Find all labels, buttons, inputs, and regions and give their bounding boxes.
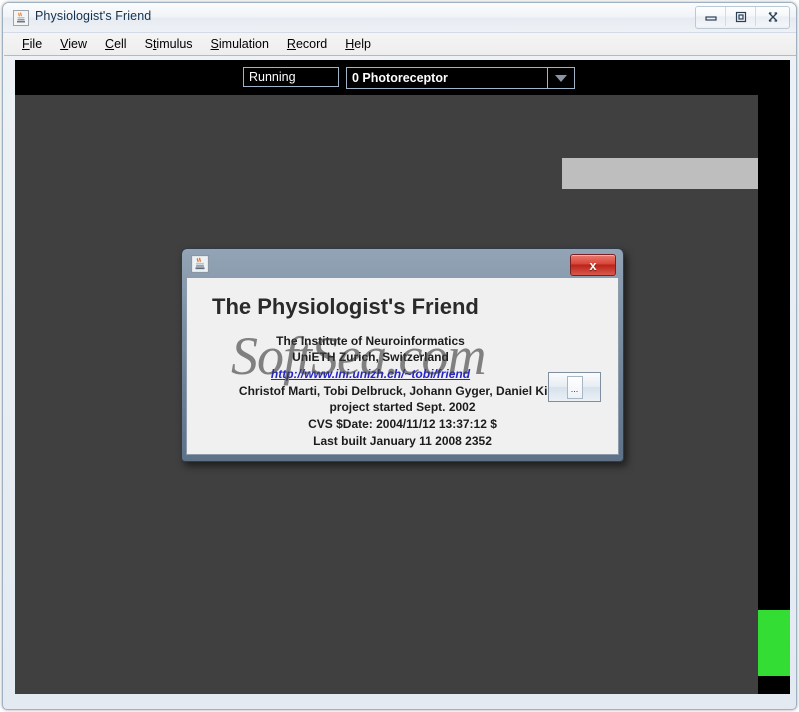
about-document-button[interactable]: ... — [548, 372, 601, 402]
about-url-link[interactable]: http://www.ini.unizh.ch/~tobi/friend — [187, 367, 586, 381]
application-window: Physiologist's Friend File View Cell Sti… — [2, 2, 797, 710]
menu-view-rest: iew — [68, 37, 88, 51]
about-heading: The Physiologist's Friend — [212, 294, 479, 319]
window-controls — [695, 6, 790, 29]
about-dialog-titlebar: x — [186, 253, 619, 277]
menu-record[interactable]: Record — [278, 36, 336, 52]
menu-record-rest: ecord — [295, 37, 328, 51]
minimize-button[interactable] — [696, 7, 726, 26]
chevron-down-glyph — [555, 74, 567, 82]
document-icon: ... — [566, 375, 583, 399]
about-dialog-body: The Physiologist's Friend The Institute … — [186, 277, 619, 455]
java-coffee-cup-icon — [191, 255, 209, 273]
close-icon: x — [589, 257, 597, 273]
menu-simulation[interactable]: Simulation — [202, 36, 278, 52]
toolbar-strip: Running 0 Photoreceptor — [15, 60, 790, 95]
window-title: Physiologist's Friend — [35, 9, 152, 23]
window-titlebar: Physiologist's Friend — [3, 3, 796, 33]
menu-stimulus[interactable]: Stimulus — [136, 36, 202, 52]
menu-file[interactable]: File — [13, 36, 51, 52]
about-dialog-close-button[interactable]: x — [570, 254, 616, 276]
about-institute: The Institute of Neuroinformatics — [276, 334, 465, 348]
receptive-field-indicator — [758, 610, 790, 676]
menu-help[interactable]: Help — [336, 36, 380, 52]
menu-cell[interactable]: Cell — [96, 36, 136, 52]
menubar: File View Cell Stimulus Simulation Recor… — [4, 33, 796, 56]
chevron-down-icon[interactable] — [548, 67, 575, 89]
menu-simulation-rest: imulation — [218, 37, 269, 51]
close-button[interactable] — [756, 7, 789, 26]
menu-view[interactable]: View — [51, 36, 96, 52]
menu-file-rest: ile — [29, 37, 43, 51]
java-coffee-cup-icon — [13, 10, 29, 26]
cell-selector-value: 0 Photoreceptor — [346, 67, 548, 89]
stimulus-bar — [562, 158, 758, 189]
document-dots: ... — [570, 383, 579, 394]
menu-stimulus-rest: imulus — [156, 37, 193, 51]
about-project-started: project started Sept. 2002 — [329, 400, 476, 414]
about-last-built: Last built January 11 2008 2352 — [313, 434, 492, 448]
menu-help-rest: elp — [354, 37, 371, 51]
about-university: UniETH Zurich, Switzerland — [292, 350, 449, 364]
about-dialog: x The Physiologist's Friend The Institut… — [181, 248, 624, 462]
maximize-button[interactable] — [726, 7, 756, 26]
about-cvs-date: CVS $Date: 2004/11/12 13:37:12 $ — [308, 417, 497, 431]
cell-selector-combobox[interactable]: 0 Photoreceptor — [346, 67, 575, 89]
status-field[interactable]: Running — [243, 67, 339, 87]
menu-cell-rest: ell — [114, 37, 127, 51]
